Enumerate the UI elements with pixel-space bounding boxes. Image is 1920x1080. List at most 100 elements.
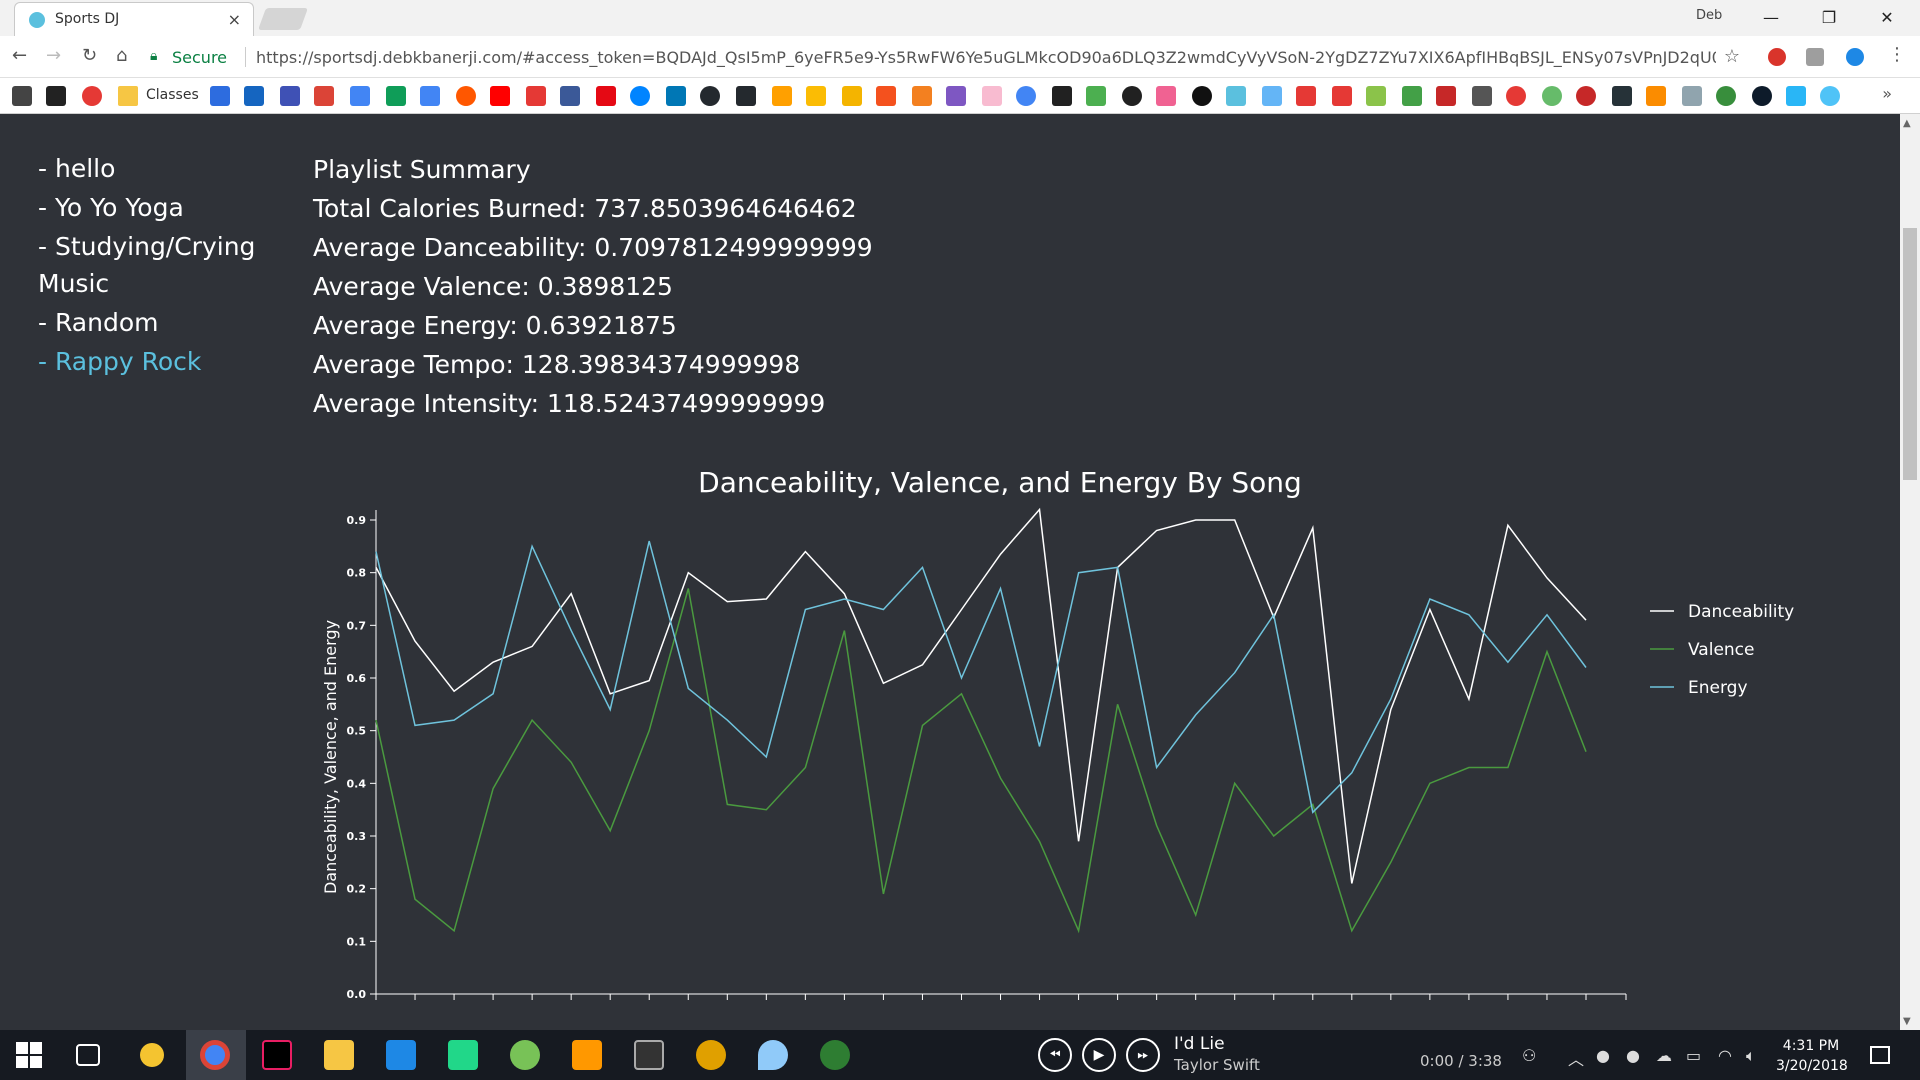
bookmark-icon[interactable] xyxy=(1226,86,1246,106)
scroll-down-arrow-icon[interactable]: ▼ xyxy=(1903,1016,1911,1027)
heart-icon[interactable] xyxy=(1296,86,1316,106)
profile-name[interactable]: Deb xyxy=(1696,8,1722,23)
file-explorer-icon[interactable] xyxy=(324,1040,354,1070)
bookmark-icon[interactable] xyxy=(1366,86,1386,106)
chrome-menu-icon[interactable]: ⋮ xyxy=(1888,44,1906,65)
bookmark-icon[interactable] xyxy=(1122,86,1142,106)
heart-icon[interactable] xyxy=(1332,86,1352,106)
extension-blue-icon[interactable] xyxy=(1846,48,1864,66)
messenger-icon[interactable] xyxy=(630,86,650,106)
bookmark-icon[interactable] xyxy=(46,86,66,106)
intellij-icon[interactable] xyxy=(262,1040,292,1070)
tray-drop-icon[interactable]: ● xyxy=(1596,1046,1610,1065)
wifi-icon[interactable]: ◠ xyxy=(1718,1046,1732,1065)
webstorm-icon[interactable] xyxy=(386,1040,416,1070)
bookmark-icon[interactable] xyxy=(1156,86,1176,106)
bookmark-icon[interactable] xyxy=(280,86,300,106)
android-studio-icon[interactable] xyxy=(510,1040,540,1070)
playlist-item-hello[interactable]: - hello xyxy=(38,150,278,187)
chrome-icon[interactable] xyxy=(200,1040,230,1070)
bookmark-icon[interactable] xyxy=(12,86,32,106)
bookmark-icon[interactable] xyxy=(1542,86,1562,106)
water-drop-icon[interactable] xyxy=(758,1040,788,1070)
extension-red-icon[interactable] xyxy=(1768,48,1786,66)
bookmark-icon[interactable] xyxy=(1192,86,1212,106)
playlist-item-yo-yo-yoga[interactable]: - Yo Yo Yoga xyxy=(38,189,278,226)
playlist-item-rappy-rock[interactable]: - Rappy Rock xyxy=(38,343,278,380)
bookmark-icon[interactable] xyxy=(982,86,1002,106)
gmail-icon[interactable] xyxy=(314,86,334,106)
bookmark-icon[interactable] xyxy=(1436,86,1456,106)
pycharm-icon[interactable] xyxy=(448,1040,478,1070)
bookmark-icon[interactable] xyxy=(842,86,862,106)
github-icon[interactable] xyxy=(736,86,756,106)
tab-sports-dj[interactable]: Sports DJ × xyxy=(14,2,254,36)
new-tab-button[interactable] xyxy=(257,8,309,30)
action-center-icon[interactable] xyxy=(1870,1046,1890,1064)
tray-app-icon[interactable]: ● xyxy=(1626,1046,1640,1065)
minimize-button[interactable]: — xyxy=(1748,4,1794,32)
bookmark-icon[interactable] xyxy=(1612,86,1632,106)
system-clock[interactable]: 4:31 PM 3/20/2018 xyxy=(1776,1036,1848,1076)
scroll-up-arrow-icon[interactable]: ▲ xyxy=(1903,118,1911,129)
tab-close-icon[interactable]: × xyxy=(228,10,241,29)
bookmark-icon[interactable] xyxy=(876,86,896,106)
target-icon[interactable] xyxy=(1506,86,1526,106)
facebook-icon[interactable] xyxy=(560,86,580,106)
omnibox[interactable]: 🔒︎ Secure https://sportsdj.debkbanerji.c… xyxy=(150,42,1750,72)
people-icon[interactable]: ⚇ xyxy=(1522,1046,1536,1065)
url-text[interactable]: https://sportsdj.debkbanerji.com/#access… xyxy=(256,48,1716,67)
bookmark-icon[interactable] xyxy=(1402,86,1422,106)
cloudflare-icon[interactable] xyxy=(912,86,932,106)
bookmark-icon[interactable] xyxy=(1646,86,1666,106)
bookmark-icon[interactable] xyxy=(1716,86,1736,106)
onedrive-cloud-icon[interactable]: ☁︎ xyxy=(1656,1046,1672,1065)
bookmark-icon[interactable] xyxy=(244,86,264,106)
forward-arrow-icon[interactable]: → xyxy=(46,45,61,66)
volume-icon[interactable]: 🔈︎ xyxy=(1746,1046,1756,1066)
heart-icon[interactable] xyxy=(1262,86,1282,106)
windows-start-icon[interactable] xyxy=(16,1042,42,1068)
extension-off-icon[interactable] xyxy=(1806,48,1824,66)
github-icon[interactable] xyxy=(700,86,720,106)
next-track-button[interactable]: ⏩︎ xyxy=(1126,1038,1160,1072)
reload-icon[interactable]: ↻ xyxy=(82,45,97,66)
playlist-item-studying-crying-music[interactable]: - Studying/Crying Music xyxy=(38,228,278,302)
cortana-bulb-icon[interactable] xyxy=(140,1043,164,1067)
bookmark-icon[interactable] xyxy=(1052,86,1072,106)
bookmark-icon[interactable] xyxy=(1086,86,1106,106)
bookmark-icon[interactable] xyxy=(1576,86,1596,106)
bookmark-icon[interactable] xyxy=(1472,86,1492,106)
bookmark-folder-classes[interactable]: Classes xyxy=(146,87,199,103)
home-icon[interactable]: ⌂ xyxy=(116,45,127,66)
battery-icon[interactable]: ▭ xyxy=(1686,1046,1701,1065)
bookmark-icon[interactable] xyxy=(1752,86,1772,106)
bookmark-icon[interactable] xyxy=(526,86,546,106)
bookmark-icon[interactable] xyxy=(806,86,826,106)
sublime-text-icon[interactable] xyxy=(572,1040,602,1070)
bookmark-icon[interactable] xyxy=(946,86,966,106)
bookmark-icon[interactable] xyxy=(1682,86,1702,106)
drive-icon[interactable] xyxy=(386,86,406,106)
previous-track-button[interactable]: ⏪︎ xyxy=(1038,1038,1072,1072)
firebase-icon[interactable] xyxy=(772,86,792,106)
scrollbar-thumb[interactable] xyxy=(1903,228,1917,480)
bookmark-icon[interactable] xyxy=(210,86,230,106)
calendar-icon[interactable] xyxy=(350,86,370,106)
play-button[interactable]: ▶︎ xyxy=(1082,1038,1116,1072)
folder-icon[interactable] xyxy=(118,86,138,106)
playlist-item-random[interactable]: - Random xyxy=(38,304,278,341)
app-icon[interactable] xyxy=(696,1040,726,1070)
bookmark-icon[interactable] xyxy=(1786,86,1806,106)
terminal-icon[interactable] xyxy=(634,1040,664,1070)
tray-expand-chevron-icon[interactable]: ︿ xyxy=(1568,1046,1584,1070)
youtube-icon[interactable] xyxy=(490,86,510,106)
app-icon[interactable] xyxy=(820,1040,850,1070)
netflix-icon[interactable] xyxy=(596,86,616,106)
docs-icon[interactable] xyxy=(420,86,440,106)
bookmark-star-icon[interactable]: ☆ xyxy=(1724,46,1740,67)
close-window-button[interactable]: ✕ xyxy=(1864,4,1910,32)
reddit-icon[interactable] xyxy=(456,86,476,106)
task-view-icon[interactable] xyxy=(76,1044,100,1066)
linkedin-icon[interactable] xyxy=(666,86,686,106)
